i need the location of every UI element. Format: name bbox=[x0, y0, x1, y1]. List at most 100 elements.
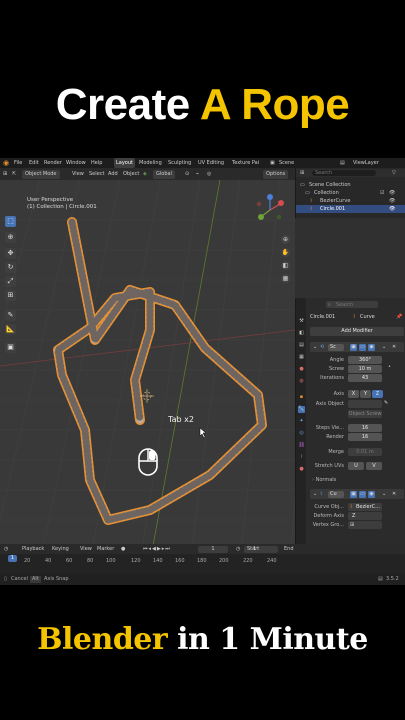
material-tab-icon[interactable]: ● bbox=[298, 466, 305, 473]
render-steps-field[interactable]: 16 bbox=[348, 433, 382, 441]
edit-mode-toggle-icon[interactable]: ▣ bbox=[350, 490, 357, 498]
eyedropper-icon[interactable]: ✎ bbox=[384, 400, 388, 406]
close-icon[interactable]: ✕ bbox=[392, 489, 396, 499]
stretch-u-button[interactable]: U bbox=[348, 462, 364, 470]
edit-mode-toggle-icon[interactable]: ▣ bbox=[350, 343, 357, 351]
constraints-tab-icon[interactable]: ⛓ bbox=[298, 442, 305, 449]
properties-search-input[interactable]: Search bbox=[326, 301, 378, 308]
outliner-row-circle[interactable]: ⌇ Circle.001 👁 bbox=[296, 205, 405, 213]
viewport-toggle-icon[interactable]: ▭ bbox=[359, 343, 366, 351]
transform-orientation-dropdown[interactable]: Global bbox=[153, 169, 175, 179]
3d-viewport[interactable]: User Perspective (1) Collection | Circle… bbox=[0, 180, 295, 562]
visibility-icon[interactable]: 👁 bbox=[389, 197, 395, 205]
axis-z-button[interactable]: Z bbox=[372, 390, 383, 398]
stretch-v-button[interactable]: V bbox=[366, 462, 382, 470]
navigation-gizmo[interactable] bbox=[256, 194, 284, 223]
checkbox-icon[interactable]: ☑ bbox=[380, 189, 384, 197]
object-screw-toggle[interactable]: Object Screw bbox=[348, 410, 382, 418]
playback-controls-icon[interactable]: ⏮◂◀▶▸⏭ bbox=[143, 544, 171, 554]
axis-x-button[interactable]: X bbox=[348, 390, 359, 398]
timeline-editor-icon[interactable]: ◷ bbox=[4, 544, 8, 554]
menu-object[interactable]: Object bbox=[123, 168, 139, 180]
particles-tab-icon[interactable]: ✦ bbox=[298, 418, 305, 425]
menu-keying[interactable]: Keying bbox=[52, 544, 69, 554]
visibility-icon[interactable]: 👁 bbox=[389, 189, 395, 197]
collapse-icon[interactable]: ⌄ bbox=[313, 342, 317, 352]
close-icon[interactable]: ✕ bbox=[392, 342, 396, 352]
axis-object-field[interactable] bbox=[348, 400, 382, 408]
modifier-tab-icon[interactable]: 🔧 bbox=[298, 406, 305, 413]
dropdown-icon[interactable]: ⌄ bbox=[382, 489, 386, 499]
add-cube-tool-icon[interactable]: ▣ bbox=[5, 342, 16, 353]
snap-icon[interactable]: ⌁ bbox=[196, 168, 199, 180]
deform-axis-dropdown[interactable]: Z bbox=[348, 512, 382, 520]
dropdown-icon[interactable]: ⌄ bbox=[382, 342, 386, 352]
pivot-icon[interactable]: ⊙ bbox=[185, 168, 189, 180]
outliner-row-beziercurve[interactable]: ⌇ BezierCurve 👁 bbox=[296, 197, 405, 205]
tool-icon[interactable]: ⇱ bbox=[12, 168, 16, 180]
gizmo-z[interactable] bbox=[267, 194, 273, 200]
menu-select[interactable]: Select bbox=[89, 168, 104, 180]
screw-modifier-header[interactable]: ⌄ ⟲ Sc ▣ ▭ ◉ ⌄ ✕ bbox=[310, 342, 404, 352]
camera-view-icon[interactable]: ◧ bbox=[281, 261, 290, 270]
curve-modifier-header[interactable]: ⌄ ⌇ Cu ▣ ▭ ◉ ⌄ ✕ bbox=[310, 489, 404, 499]
measure-tool-icon[interactable]: 📐 bbox=[5, 324, 16, 335]
current-frame-field[interactable]: 1 bbox=[198, 545, 228, 553]
axis-y-button[interactable]: Y bbox=[360, 390, 371, 398]
tab-sculpting[interactable]: Sculpting bbox=[168, 158, 191, 168]
proportional-icon[interactable]: ◎ bbox=[207, 168, 211, 180]
keyframe-dot-icon[interactable]: • bbox=[388, 364, 391, 370]
menu-timeline-view[interactable]: View bbox=[80, 544, 92, 554]
perspective-toggle-icon[interactable]: ▦ bbox=[281, 274, 290, 283]
screw-field[interactable]: 10 m bbox=[348, 365, 382, 373]
timeline-playhead[interactable]: 1 bbox=[8, 555, 17, 562]
view-layer-selector[interactable]: ViewLayer bbox=[353, 158, 379, 168]
mode-dropdown[interactable]: Object Mode bbox=[22, 169, 60, 179]
world-tab-icon[interactable]: ◍ bbox=[298, 378, 305, 385]
object-tab-icon[interactable]: ▪ bbox=[298, 394, 305, 401]
menu-render[interactable]: Render bbox=[44, 158, 62, 168]
menu-edit[interactable]: Edit bbox=[29, 158, 39, 168]
visibility-icon[interactable]: 👁 bbox=[389, 205, 395, 213]
menu-view[interactable]: View bbox=[72, 168, 84, 180]
scene-selector[interactable]: Scene bbox=[279, 158, 294, 168]
object-data-icon[interactable]: ◈ bbox=[143, 168, 147, 180]
scale-tool-icon[interactable]: ⤢ bbox=[5, 276, 16, 287]
tool-tab-icon[interactable]: ⚒ bbox=[298, 318, 305, 325]
filter-icon[interactable]: ⊞ bbox=[300, 169, 304, 177]
viewport-toggle-icon[interactable]: ▭ bbox=[359, 490, 366, 498]
merge-field[interactable]: 0.01 m bbox=[348, 448, 382, 456]
menu-help[interactable]: Help bbox=[91, 158, 102, 168]
modifier-name-field[interactable]: Sc bbox=[328, 343, 344, 351]
collapse-icon[interactable]: ⌄ bbox=[313, 489, 317, 499]
angle-field[interactable]: 360° bbox=[348, 356, 382, 364]
modifier-name-field[interactable]: Cu bbox=[328, 490, 344, 498]
rope-object[interactable] bbox=[53, 217, 267, 525]
blender-logo-icon[interactable]: ◉ bbox=[3, 158, 9, 168]
pin-icon[interactable]: 📌 bbox=[396, 314, 402, 320]
annotate-tool-icon[interactable]: ✎ bbox=[5, 310, 16, 321]
gizmo-x[interactable] bbox=[278, 200, 284, 206]
end-frame-field[interactable]: End bbox=[284, 544, 294, 554]
add-modifier-button[interactable]: Add Modifier bbox=[310, 327, 404, 336]
tab-modeling[interactable]: Modeling bbox=[139, 158, 162, 168]
curve-object-field[interactable]: BezierC... bbox=[348, 503, 382, 511]
menu-playback[interactable]: Playback bbox=[22, 544, 44, 554]
transform-tool-icon[interactable]: ⊞ bbox=[5, 290, 16, 301]
menu-add[interactable]: Add bbox=[108, 168, 118, 180]
editor-type-icon[interactable]: ⊞ bbox=[3, 168, 7, 180]
steps-viewport-field[interactable]: 16 bbox=[348, 424, 382, 432]
tab-texture-paint[interactable]: Texture Pai bbox=[232, 158, 259, 168]
physics-tab-icon[interactable]: ◎ bbox=[298, 430, 305, 437]
menu-window[interactable]: Window bbox=[66, 158, 86, 168]
view-layer-tab-icon[interactable]: ▦ bbox=[298, 354, 305, 361]
menu-file[interactable]: File bbox=[14, 158, 22, 168]
pan-hand-icon[interactable]: ✋ bbox=[281, 248, 290, 257]
record-icon[interactable]: ● bbox=[121, 544, 125, 554]
menu-marker[interactable]: Marker bbox=[97, 544, 114, 554]
preview-range-icon[interactable]: ◷ bbox=[236, 544, 240, 554]
select-box-tool-icon[interactable]: ⬚ bbox=[5, 216, 16, 227]
render-toggle-icon[interactable]: ◉ bbox=[368, 343, 375, 351]
move-tool-icon[interactable]: ✥ bbox=[5, 248, 16, 259]
iterations-field[interactable]: 43 bbox=[348, 374, 382, 382]
